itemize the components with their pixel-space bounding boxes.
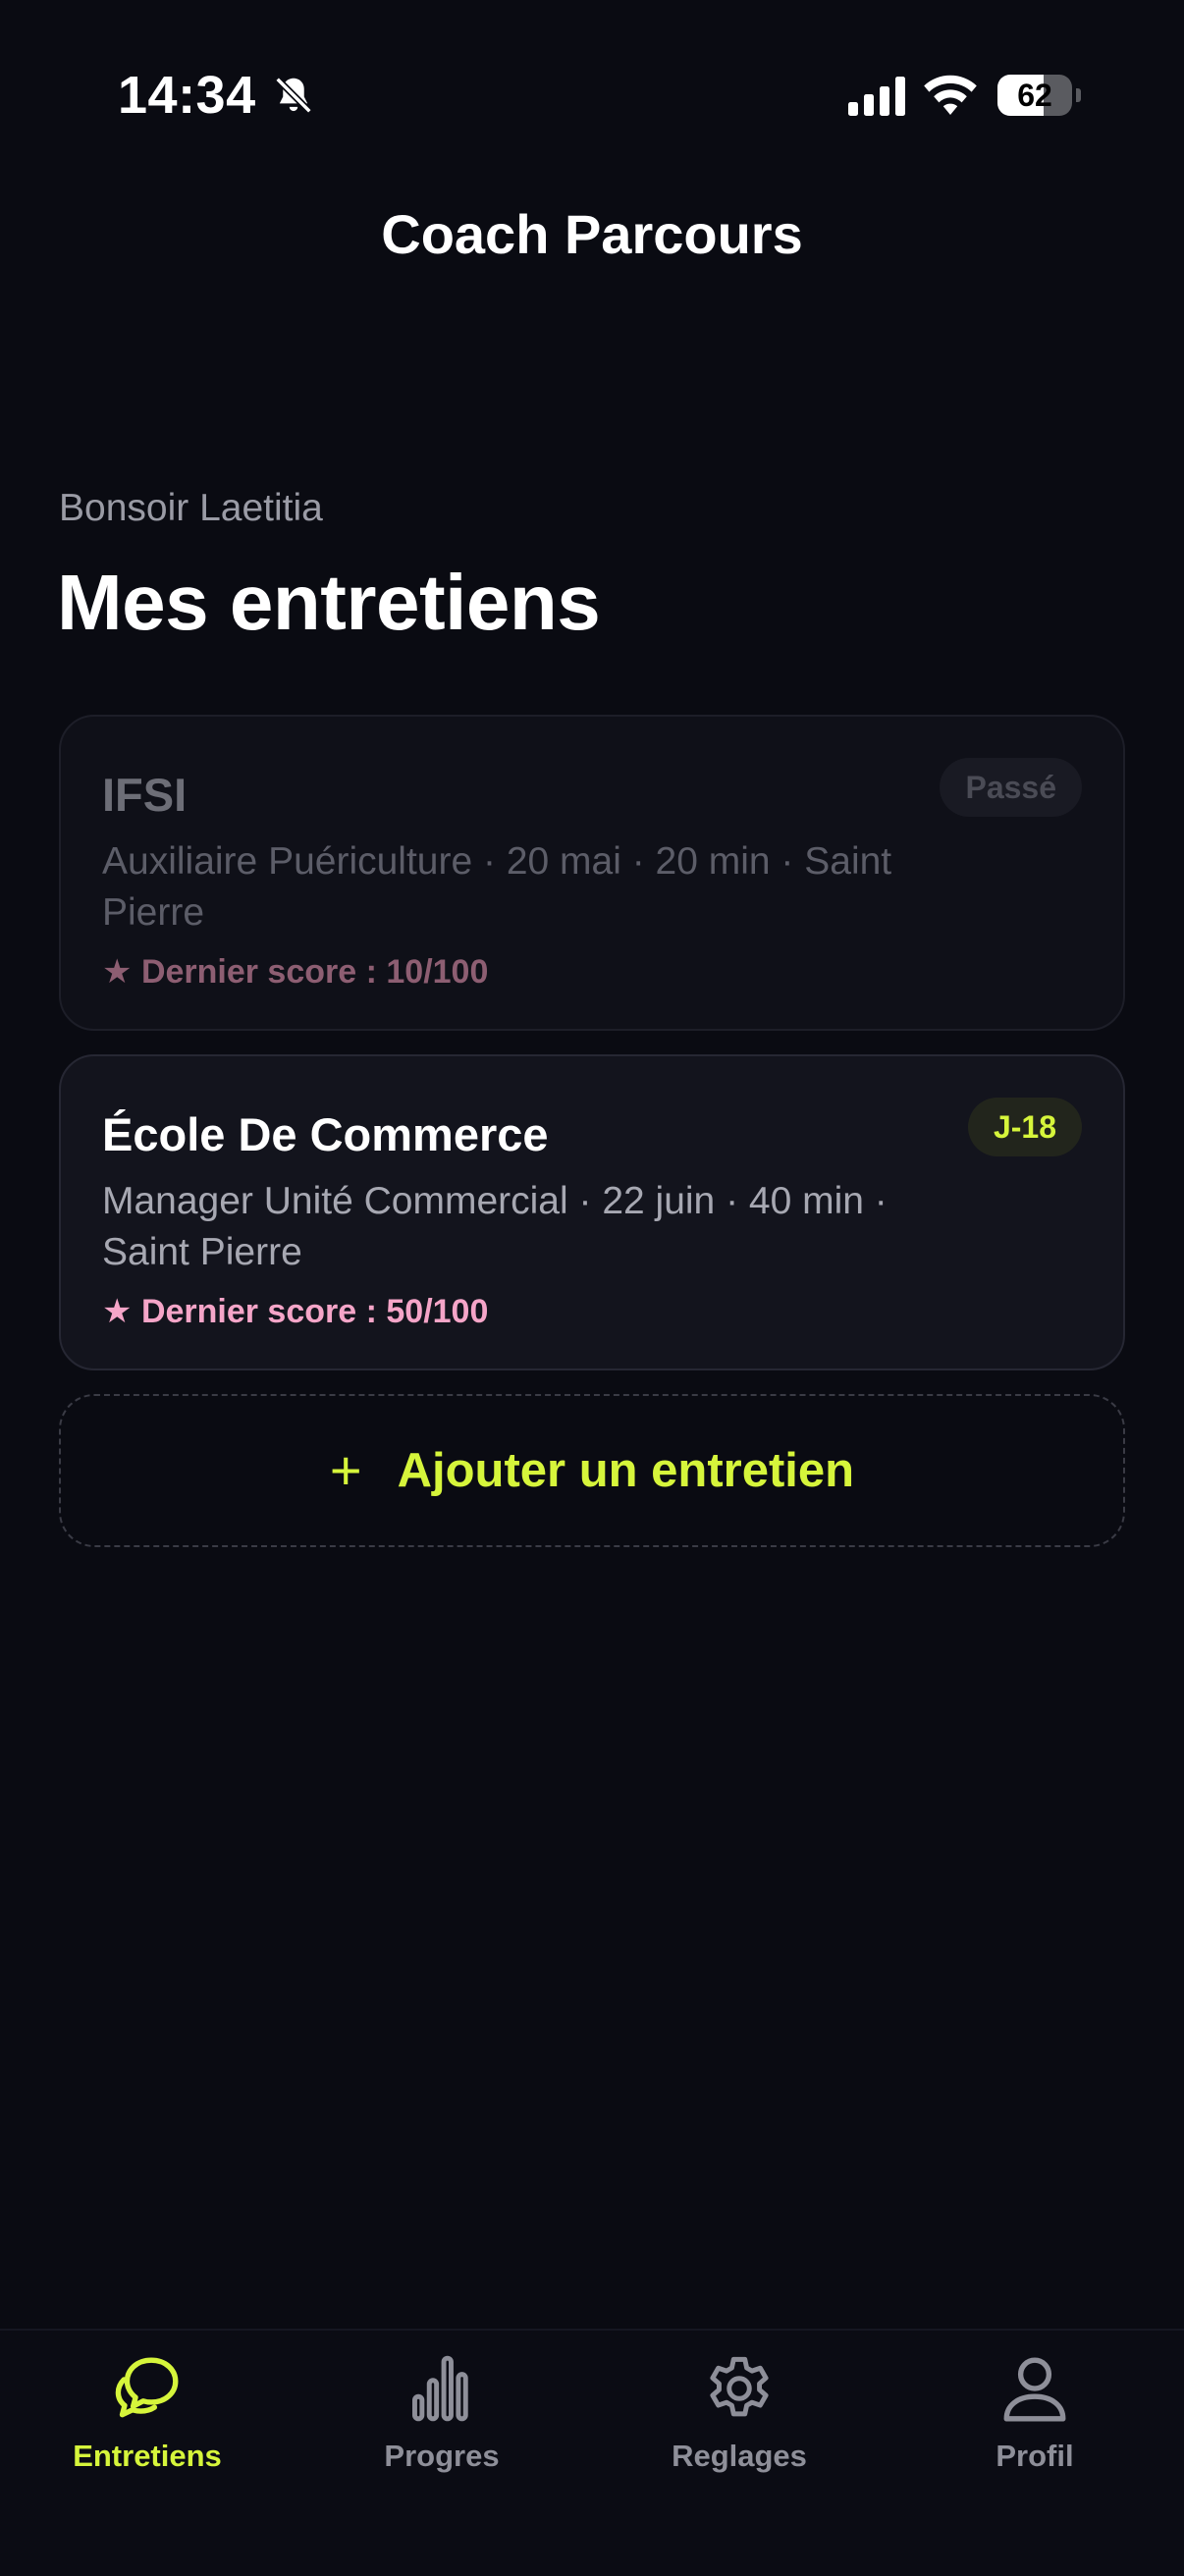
status-bar: 14:34 62: [0, 0, 1184, 187]
interview-details: Manager Unité Commercial · 22 juin · 40 …: [102, 1180, 888, 1273]
chat-bubbles-icon: [115, 2357, 179, 2418]
battery-indicator: 62: [997, 75, 1082, 116]
interview-title: IFSI: [102, 769, 188, 821]
tab-label: Entretiens: [73, 2439, 222, 2473]
interview-card-ecole-de-commerce[interactable]: École De Commerce J-18 Manager Unité Com…: [59, 1054, 1125, 1370]
interview-details: Auxiliaire Puériculture · 20 mai · 20 mi…: [102, 840, 892, 934]
battery-level: 62: [1017, 78, 1052, 113]
tab-label: Profil: [996, 2439, 1074, 2473]
tab-reglages[interactable]: Reglages: [592, 2352, 887, 2499]
battery-cap: [1076, 88, 1081, 102]
countdown-badge: J-18: [967, 1098, 1082, 1156]
battery-body: 62: [997, 75, 1072, 116]
cellular-signal-icon: [848, 77, 905, 116]
add-interview-button[interactable]: + Ajouter un entretien: [59, 1394, 1125, 1547]
tab-progres[interactable]: Progres: [295, 2352, 589, 2499]
greeting-text: Bonsoir Laetitia: [59, 487, 323, 529]
tab-label: Reglages: [672, 2439, 807, 2473]
interview-card-ifsi[interactable]: IFSI Passé Auxiliaire Puériculture · 20 …: [59, 715, 1125, 1031]
tab-label: Progres: [384, 2439, 500, 2473]
tab-profil[interactable]: Profil: [888, 2352, 1182, 2499]
last-score-text: Dernier score : 50/100: [140, 1293, 489, 1330]
star-icon: ★: [102, 953, 133, 991]
star-icon: ★: [102, 1293, 133, 1330]
add-interview-label: Ajouter un entretien: [397, 1444, 855, 1497]
last-score-text: Dernier score : 10/100: [140, 953, 489, 991]
app-title: Coach Parcours: [381, 203, 803, 265]
bell-muted-icon: [275, 77, 312, 114]
status-badge: Passé: [940, 758, 1082, 817]
page-title: Mes entretiens: [57, 559, 601, 646]
status-time: 14:34: [118, 66, 256, 125]
bar-chart-icon: [411, 2355, 468, 2422]
user-icon: [1003, 2357, 1066, 2422]
gear-icon: [710, 2356, 769, 2417]
tab-entretiens[interactable]: Entretiens: [0, 2352, 295, 2499]
last-score: ★ Dernier score : 50/100: [102, 1292, 488, 1331]
last-score: ★ Dernier score : 10/100: [102, 952, 488, 992]
plus-icon: +: [329, 1439, 362, 1501]
wifi-icon: [924, 75, 977, 115]
bottom-nav: Entretiens Progres Reglages Profil: [0, 2329, 1184, 2576]
interview-title: École De Commerce: [102, 1108, 549, 1160]
